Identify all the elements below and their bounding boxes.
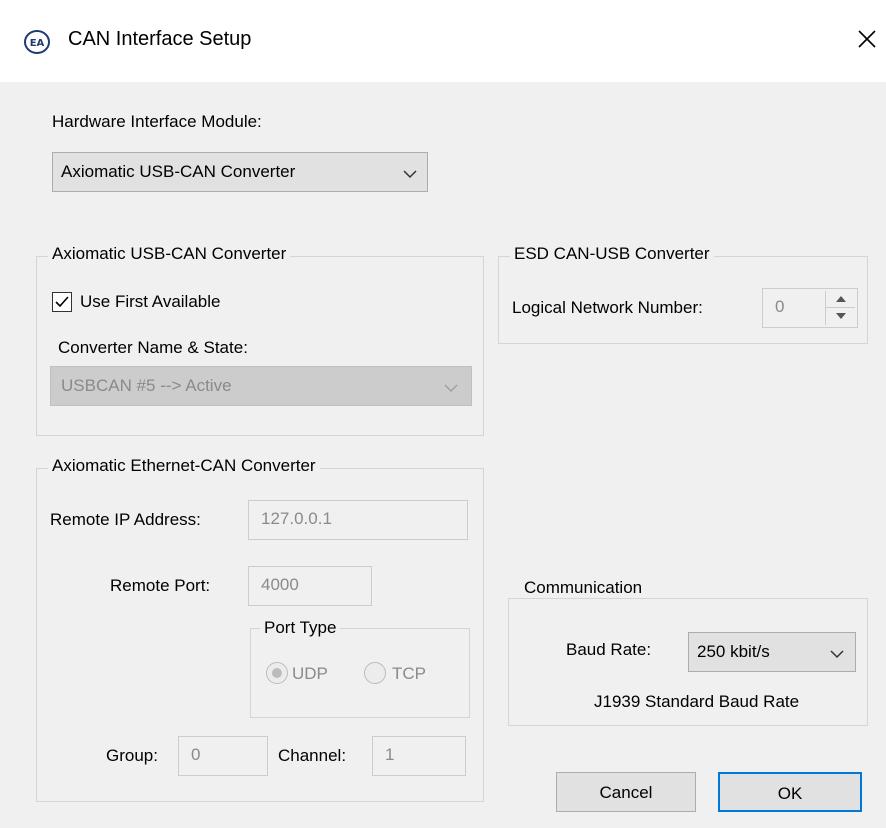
logical-network-spinner[interactable]: 0 (762, 288, 858, 328)
converter-select[interactable]: USBCAN #5 --> Active (50, 366, 472, 406)
communication-group-title: Communication (520, 578, 647, 598)
arrow-up-icon (836, 296, 846, 302)
window-title: CAN Interface Setup (68, 28, 252, 50)
spinner-up-button[interactable] (825, 291, 855, 308)
usb-can-group-title: Axiomatic USB-CAN Converter (48, 244, 291, 264)
arrow-down-icon (836, 313, 846, 319)
checkmark-icon (55, 296, 69, 308)
close-icon[interactable] (852, 24, 882, 54)
group-value: 0 (191, 745, 201, 764)
converter-select-value: USBCAN #5 --> Active (61, 376, 232, 395)
remote-port-label: Remote Port: (110, 576, 211, 595)
baud-rate-select[interactable]: 250 kbit/s (688, 632, 856, 672)
tcp-radio[interactable] (364, 662, 386, 684)
spinner-down-button[interactable] (825, 308, 855, 325)
group-field[interactable]: 0 (178, 736, 268, 776)
esd-group-title: ESD CAN-USB Converter (510, 244, 714, 264)
remote-port-value: 4000 (261, 575, 299, 594)
channel-field[interactable]: 1 (372, 736, 466, 776)
ok-button[interactable]: OK (718, 772, 862, 812)
baud-rate-value: 250 kbit/s (697, 642, 770, 661)
use-first-label: Use First Available (80, 292, 221, 311)
port-type-title: Port Type (260, 618, 341, 638)
group-label: Group: (106, 746, 158, 765)
baud-rate-label: Baud Rate: (566, 640, 652, 659)
tcp-label: TCP (392, 664, 426, 683)
dialog-window: EA CAN Interface Setup Hardware Interfac… (0, 0, 886, 828)
remote-ip-field[interactable]: 127.0.0.1 (248, 500, 468, 540)
channel-label: Channel: (278, 746, 347, 765)
logical-network-value: 0 (775, 297, 785, 316)
title-bar: EA CAN Interface Setup (0, 0, 886, 82)
use-first-checkbox[interactable] (52, 292, 72, 312)
chevron-down-icon (830, 650, 844, 659)
channel-value: 1 (385, 745, 395, 764)
svg-text:EA: EA (30, 38, 45, 49)
remote-ip-value: 127.0.0.1 (261, 509, 332, 528)
chevron-down-icon (444, 384, 458, 393)
udp-radio[interactable] (266, 662, 288, 684)
ethernet-can-group-title: Axiomatic Ethernet-CAN Converter (48, 456, 320, 476)
hardware-label: Hardware Interface Module: (52, 112, 262, 131)
baud-rate-note: J1939 Standard Baud Rate (594, 692, 800, 711)
cancel-button[interactable]: Cancel (556, 772, 696, 812)
hardware-select[interactable]: Axiomatic USB-CAN Converter (52, 152, 428, 192)
remote-ip-label: Remote IP Address: (50, 510, 201, 529)
logical-network-label: Logical Network Number: (512, 298, 703, 317)
hardware-select-value: Axiomatic USB-CAN Converter (61, 162, 296, 181)
chevron-down-icon (403, 170, 417, 179)
app-logo-icon: EA (24, 30, 50, 54)
remote-port-field[interactable]: 4000 (248, 566, 372, 606)
converter-name-label: Converter Name & State: (58, 338, 248, 357)
udp-label: UDP (292, 664, 328, 683)
